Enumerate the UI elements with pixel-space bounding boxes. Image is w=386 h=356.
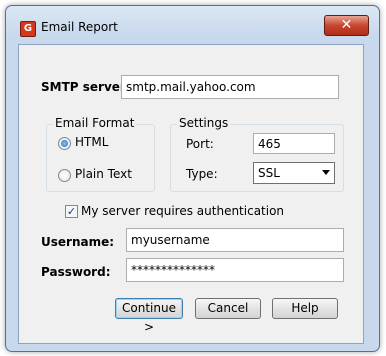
html-radio-label[interactable]: HTML <box>75 135 108 149</box>
chevron-down-icon <box>322 170 330 175</box>
help-button[interactable]: Help <box>272 298 338 319</box>
type-label: Type: <box>186 167 218 181</box>
type-select[interactable]: SSL <box>253 162 335 184</box>
email-report-dialog: G Email Report ✕ SMTP server: smtp.mail.… <box>5 5 380 352</box>
username-label: Username: <box>41 235 115 249</box>
auth-checkbox[interactable]: ✓ <box>65 205 78 218</box>
html-radio[interactable] <box>58 137 71 150</box>
title-bar[interactable]: G Email Report ✕ <box>6 6 379 40</box>
plain-text-radio[interactable] <box>58 169 71 182</box>
settings-title: Settings <box>177 116 231 130</box>
auth-checkbox-label[interactable]: My server requires authentication <box>81 204 284 218</box>
smtp-server-input[interactable]: smtp.mail.yahoo.com <box>121 75 339 99</box>
app-icon: G <box>20 21 36 37</box>
username-input[interactable]: myusername <box>126 228 344 252</box>
port-label: Port: <box>186 137 214 151</box>
cancel-button[interactable]: Cancel <box>195 298 261 319</box>
plain-text-radio-label[interactable]: Plain Text <box>75 167 132 181</box>
dialog-body: SMTP server: smtp.mail.yahoo.com Email F… <box>18 44 364 344</box>
close-button[interactable]: ✕ <box>324 15 369 36</box>
password-input[interactable]: ************** <box>126 258 344 282</box>
password-label: Password: <box>41 265 111 279</box>
port-input[interactable]: 465 <box>253 133 335 154</box>
window-title: Email Report <box>41 20 118 34</box>
close-icon: ✕ <box>340 17 353 33</box>
type-select-value: SSL <box>258 166 280 180</box>
check-icon: ✓ <box>66 205 77 218</box>
continue-button[interactable]: Continue > <box>115 298 183 334</box>
email-format-title: Email Format <box>53 116 137 130</box>
smtp-server-label: SMTP server: <box>41 80 131 94</box>
